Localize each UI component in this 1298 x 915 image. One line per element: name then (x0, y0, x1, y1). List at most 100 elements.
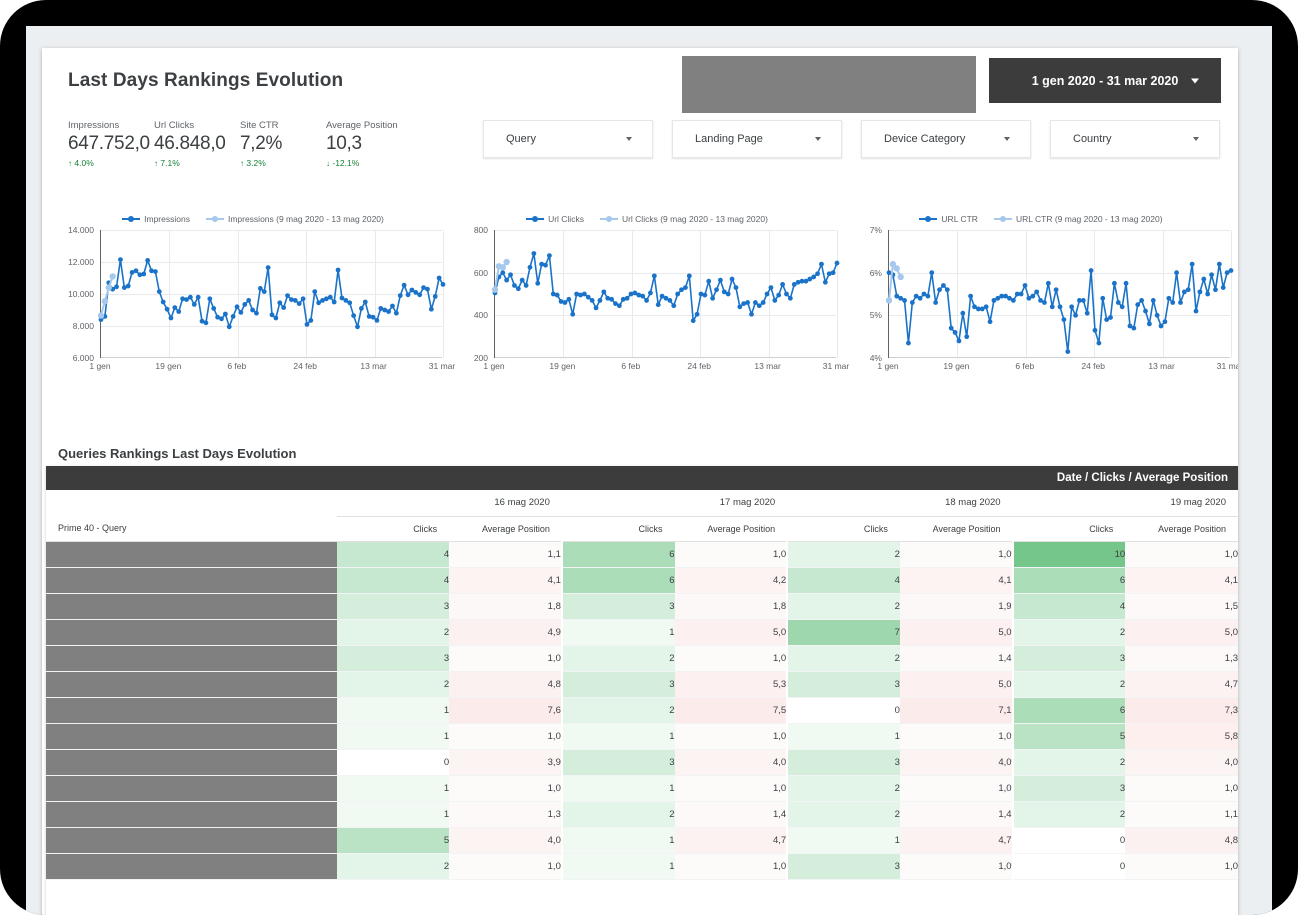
scorecard-delta: ↑ 3.2% (240, 157, 326, 170)
x-axis-labels: 1 gen19 gen6 feb24 feb13 mar31 mar (877, 361, 1238, 375)
filter-dropdown-landing-page[interactable]: Landing Page (672, 120, 842, 158)
chart-plot-area: 6.000 8.000 10.000 12.000 14.000 1 gen 19 gen 6… (56, 225, 455, 371)
table-clicks-cell: 4 (336, 567, 450, 594)
table-position-cell: 1,4 (899, 801, 1013, 828)
charts-row: Impressions Impressions (9 mag 2020 - 13 … (56, 210, 1238, 392)
table-clicks-cell: 1 (336, 801, 450, 828)
table-column-header: Average Position (449, 516, 562, 542)
filter-dropdown-query[interactable]: Query (483, 120, 653, 158)
table-clicks-cell: 3 (560, 593, 675, 620)
table-clicks-cell: 2 (786, 541, 900, 568)
scorecard-value: 7,2% (240, 133, 283, 154)
table-position-cell: 1,4 (899, 645, 1013, 672)
x-tick-label: 1 gen (483, 361, 505, 371)
table-position-cell: 1,0 (1125, 775, 1238, 802)
device-frame: Last Days Rankings Evolution Impressions… (0, 0, 1298, 915)
table-column-header: Average Position (899, 516, 1013, 542)
table-position-cell: 7,1 (899, 697, 1013, 724)
legend-label: Url Clicks (548, 214, 584, 224)
chevron-down-icon (815, 137, 821, 141)
scorecard-delta: ↑ 4.0% (68, 157, 154, 170)
table-position-cell: 1,9 (899, 593, 1013, 620)
table-position-cell: 1,0 (674, 541, 788, 568)
table-clicks-cell: 2 (786, 775, 900, 802)
table-position-cell: 5,3 (674, 671, 788, 698)
table-clicks-cell: 2 (1011, 749, 1126, 776)
gridline (837, 230, 838, 358)
table-clicks-cell: 1 (786, 723, 900, 750)
x-tick-label: 6 feb (621, 361, 641, 371)
scorecard: Url Clicks 46.848,0 ↑ 7.1% (154, 120, 240, 170)
table-query-cell (46, 801, 337, 828)
y-tick-label: 8.000 (72, 321, 94, 331)
table-position-cell: 1,0 (899, 541, 1013, 568)
chart-panel: Impressions Impressions (9 mag 2020 - 13 … (56, 210, 455, 392)
table-row: 4 4,1 6 4,2 4 4,1 6 4,1 (46, 567, 1238, 594)
chart-legend: URL CTR URL CTR (9 mag 2020 - 13 mag 2020… (844, 210, 1238, 228)
table-clicks-cell: 3 (786, 853, 900, 880)
table-clicks-cell: 0 (786, 697, 900, 724)
table-clicks-cell: 1 (786, 827, 900, 854)
table-topbar: Date / Clicks / Average Position (46, 466, 1238, 490)
table-row: 3 1,0 2 1,0 2 1,4 3 1,3 (46, 645, 1238, 672)
table-clicks-cell: 3 (560, 671, 675, 698)
table-clicks-cell: 1 (336, 723, 450, 750)
table-date-group-header: 19 mag 2020 (1012, 490, 1238, 517)
filter-dropdown-country[interactable]: Country (1050, 120, 1220, 158)
y-tick-label: 7% (869, 225, 882, 235)
scorecard-label: Average Position (326, 120, 398, 131)
table-clicks-cell: 1 (336, 697, 450, 724)
date-range-selector[interactable]: 1 gen 2020 - 31 mar 2020 (989, 58, 1221, 103)
legend-label: URL CTR (9 mag 2020 - 13 mag 2020) (1015, 214, 1163, 224)
table-row: 2 4,8 3 5,3 3 5,0 2 4,7 (46, 671, 1238, 698)
table-clicks-cell: 3 (336, 645, 450, 672)
table-column-header: Average Position (1125, 516, 1238, 542)
table-clicks-cell: 2 (336, 671, 450, 698)
table-position-cell: 1,0 (1125, 853, 1238, 880)
table-clicks-cell: 4 (1011, 593, 1126, 620)
table-position-cell: 4,0 (449, 827, 562, 854)
x-axis-labels: 1 gen19 gen6 feb24 feb13 mar31 mar (89, 361, 455, 375)
legend-label: Url Clicks (9 mag 2020 - 13 mag 2020) (621, 214, 768, 224)
chart-series (97, 257, 446, 330)
scorecard-delta: ↑ 7.1% (154, 157, 240, 170)
chart-legend: Impressions Impressions (9 mag 2020 - 13 … (56, 210, 450, 228)
table-query-cell (46, 853, 337, 880)
legend-entry: Impressions (122, 214, 190, 224)
table-query-cell (46, 671, 337, 698)
table-clicks-cell: 6 (1011, 697, 1126, 724)
table-position-cell: 1,8 (449, 593, 562, 620)
table-position-cell: 5,8 (1125, 723, 1238, 750)
table-clicks-cell: 4 (336, 541, 450, 568)
table-clicks-cell: 3 (560, 749, 675, 776)
chart-grid (491, 230, 840, 358)
x-tick-label: 19 gen (943, 361, 970, 371)
table-position-cell: 1,3 (1125, 645, 1238, 672)
chart-series (885, 260, 1234, 354)
table-clicks-cell: 1 (560, 723, 675, 750)
legend-label: URL CTR (941, 214, 978, 224)
table-clicks-cell: 3 (786, 749, 900, 776)
table-query-cell (46, 749, 337, 776)
scorecard-value: 647.752,0 (68, 133, 150, 154)
table-position-cell: 7,5 (674, 697, 788, 724)
chart-panel: Url Clicks Url Clicks (9 mag 2020 - 13 ma… (450, 210, 849, 392)
table-clicks-cell: 6 (1011, 567, 1126, 594)
table-position-cell: 1,0 (449, 645, 562, 672)
chevron-down-icon (1193, 137, 1199, 141)
table-column-header: Clicks (336, 516, 450, 542)
chart-series (491, 251, 840, 324)
legend-marker-icon (993, 215, 1012, 224)
table-clicks-cell: 5 (336, 827, 450, 854)
table-clicks-cell: 3 (786, 671, 900, 698)
table-position-cell: 4,8 (449, 671, 562, 698)
table-column-header: Clicks (561, 516, 675, 542)
table-query-cell (46, 723, 337, 750)
filter-dropdown-device-category[interactable]: Device Category (861, 120, 1031, 158)
redaction-overlay-header (682, 56, 976, 113)
arrow-up-icon: ↑ (240, 159, 244, 168)
table-clicks-cell: 6 (560, 567, 675, 594)
table-body: 4 1,1 6 1,0 2 1,0 10 1,0 4 4,1 6 4,2 4 4,1 6 4,1 3 1,8 3 1,… (46, 541, 1238, 880)
y-axis-labels: 4% 5% 6% 7% (844, 225, 886, 363)
filter-label: Device Category (884, 133, 966, 145)
